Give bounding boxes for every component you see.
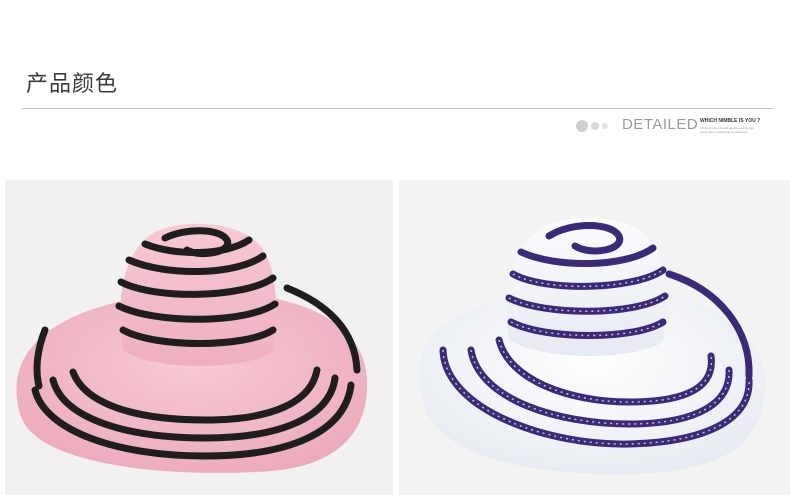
- detail-tagline-block: WHICH NIMBLE IS YOU ? Arbitrary sole lif…: [700, 118, 772, 134]
- detail-tagline: WHICH NIMBLE IS YOU ?: [700, 118, 761, 124]
- product-photo-pink-hat[interactable]: [5, 180, 393, 495]
- white-hat-image: [419, 217, 766, 475]
- dot-large: [576, 120, 588, 132]
- dot-small: [602, 123, 608, 129]
- divider: [22, 108, 774, 109]
- detail-word: DETAILED: [622, 116, 699, 133]
- detail-badge: DETAILED WHICH NIMBLE IS YOU ? Arbitrary…: [576, 116, 776, 136]
- dot-medium: [591, 122, 599, 130]
- section-title: 产品颜色: [26, 72, 119, 97]
- detail-fine-2: Good store small reasons seasonal: [700, 130, 748, 134]
- pink-hat-image: [16, 223, 368, 473]
- product-photo-white-hat[interactable]: [399, 180, 790, 495]
